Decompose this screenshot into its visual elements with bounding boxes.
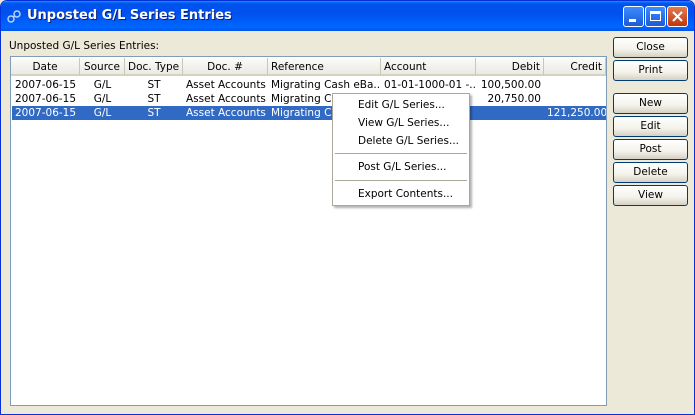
list-label: Unposted G/L Series Entries: xyxy=(9,40,160,52)
cell-credit xyxy=(544,92,606,106)
cell-account: 01-01-1000-01 -... xyxy=(384,79,476,91)
edit-button[interactable]: Edit xyxy=(613,116,688,137)
menu-item-edit[interactable]: Edit G/L Series... xyxy=(333,96,469,114)
menu-item-export[interactable]: Export Contents... xyxy=(333,185,469,203)
cell-date: 2007-06-15 xyxy=(15,107,77,119)
cell-doc-number: Asset Accounts xyxy=(186,93,266,105)
cell-debit: 100,500.00 xyxy=(480,79,541,91)
cell-source: G/L xyxy=(93,107,112,119)
column-header-doc-number[interactable]: Doc. # xyxy=(183,58,268,76)
minimize-button[interactable] xyxy=(623,6,644,27)
post-button[interactable]: Post xyxy=(613,139,688,160)
cell-reference: Migrating Cash eBa... xyxy=(271,79,381,91)
column-header-debit[interactable]: Debit xyxy=(476,58,544,76)
cell-source: G/L xyxy=(93,79,112,91)
cell-doc-type: ST xyxy=(147,93,161,105)
cell-doc-number: Asset Accounts xyxy=(186,107,266,119)
cell-doc-type: ST xyxy=(147,107,161,119)
column-header-date[interactable]: Date xyxy=(11,58,80,76)
column-header-source[interactable]: Source xyxy=(80,58,125,76)
menu-separator xyxy=(335,153,467,154)
cell-date: 2007-06-15 xyxy=(15,93,77,105)
entries-table[interactable]: Date Source Doc. Type Doc. # Reference A… xyxy=(10,56,607,406)
view-button[interactable]: View xyxy=(613,185,688,206)
table-row-selected[interactable]: 2007-06-15 G/L ST Asset Accounts Migrati… xyxy=(12,106,606,120)
close-button[interactable]: Close xyxy=(613,37,688,58)
menu-item-post[interactable]: Post G/L Series... xyxy=(333,158,469,176)
cell-debit xyxy=(476,106,544,120)
maximize-icon xyxy=(650,11,661,21)
delete-button[interactable]: Delete xyxy=(613,162,688,183)
cell-source: G/L xyxy=(93,93,112,105)
column-header-doc-type[interactable]: Doc. Type xyxy=(125,58,183,76)
table-header: Date Source Doc. Type Doc. # Reference A… xyxy=(11,57,606,76)
menu-separator xyxy=(335,180,467,181)
cell-date: 2007-06-15 xyxy=(15,79,77,91)
table-row[interactable]: 2007-06-15 G/L ST Asset Accounts Migrati… xyxy=(12,78,606,92)
context-menu: Edit G/L Series... View G/L Series... De… xyxy=(332,93,470,206)
table-row[interactable]: 2007-06-15 G/L ST Asset Accounts Migrati… xyxy=(12,92,606,106)
main-window: Unposted G/L Series Entries Unposted G/L… xyxy=(0,0,695,415)
menu-item-delete[interactable]: Delete G/L Series... xyxy=(333,132,469,150)
cell-doc-number: Asset Accounts xyxy=(186,79,266,91)
cell-doc-type: ST xyxy=(147,79,161,91)
cell-debit: 20,750.00 xyxy=(487,93,541,105)
maximize-button[interactable] xyxy=(645,6,666,27)
app-icon xyxy=(7,9,22,24)
column-header-reference[interactable]: Reference xyxy=(268,58,381,76)
title-bar[interactable]: Unposted G/L Series Entries xyxy=(1,1,694,31)
close-window-button[interactable] xyxy=(667,6,688,27)
menu-item-view[interactable]: View G/L Series... xyxy=(333,114,469,132)
print-button[interactable]: Print xyxy=(613,60,688,81)
new-button[interactable]: New xyxy=(613,93,688,114)
window-title: Unposted G/L Series Entries xyxy=(27,8,232,23)
column-header-account[interactable]: Account xyxy=(381,58,476,76)
content-area: Unposted G/L Series Entries: Date Source… xyxy=(5,31,690,411)
cell-credit: 121,250.00 xyxy=(547,107,606,119)
minimize-icon xyxy=(629,19,636,22)
cell-credit xyxy=(544,78,606,92)
column-header-credit[interactable]: Credit xyxy=(544,58,606,76)
close-icon xyxy=(672,11,683,22)
